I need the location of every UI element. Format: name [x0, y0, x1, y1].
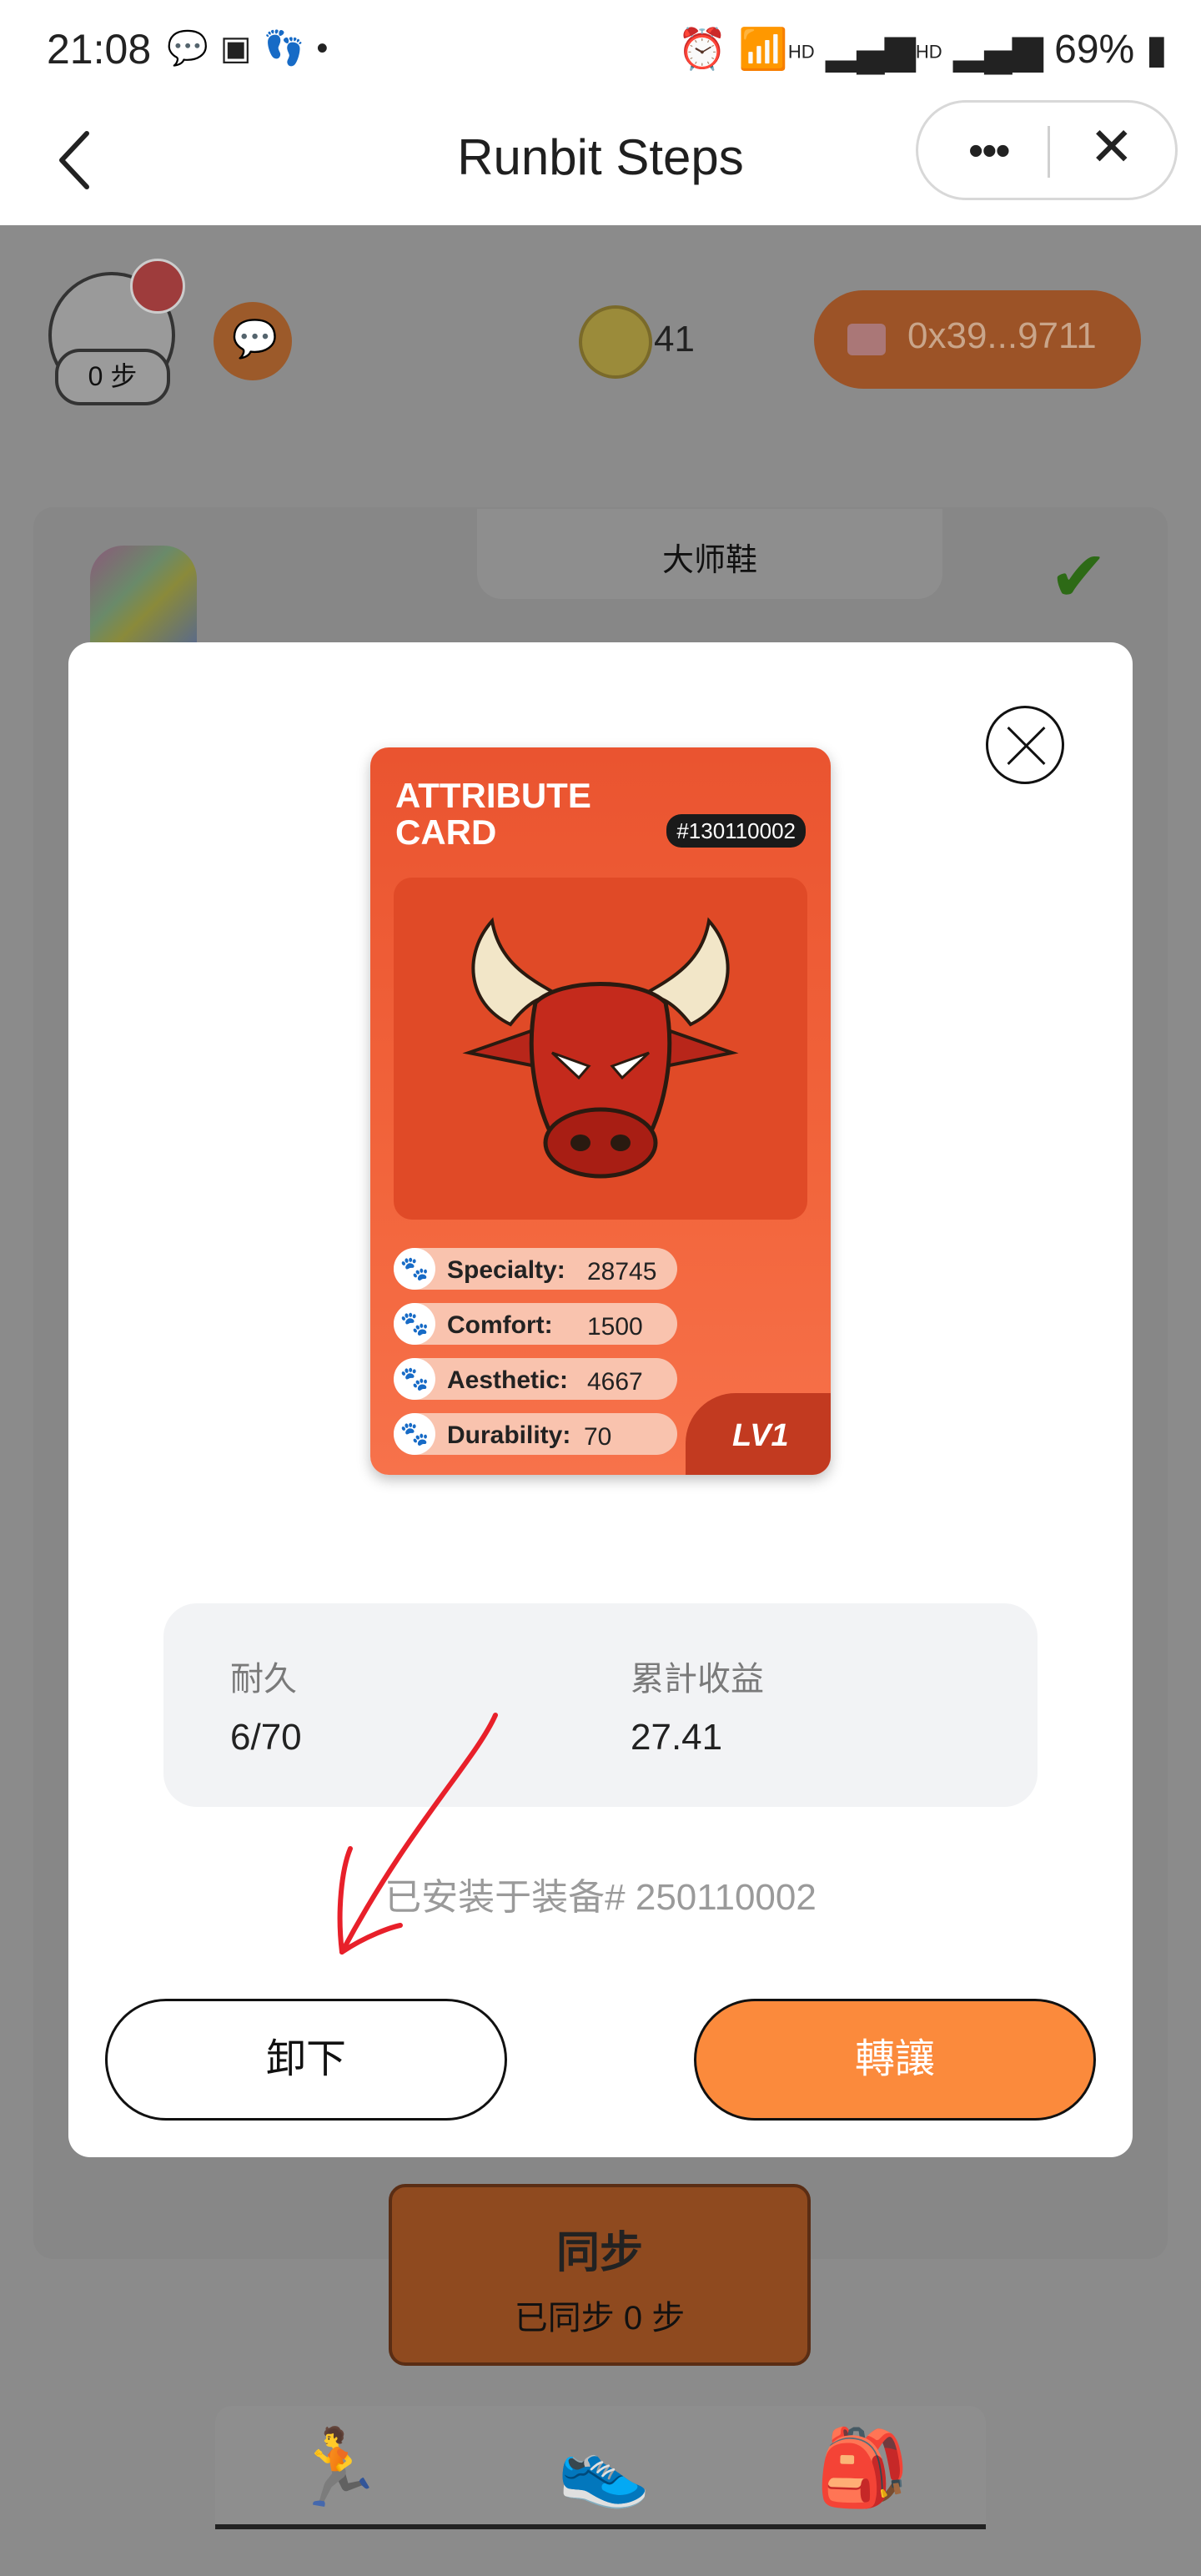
earnings-value: 27.41	[631, 1717, 723, 1758]
status-right: ⏰ 📶HD ▂▄▆HD ▂▄▆ 69% ▮	[677, 25, 1168, 73]
paw-icon: 🐾	[394, 1413, 435, 1455]
stat-value: 70	[584, 1423, 612, 1451]
backpack-icon[interactable]: 🎒	[816, 2423, 909, 2514]
nfc-badge-icon	[130, 259, 185, 314]
wechat-icon: 💬	[167, 30, 220, 67]
stat-value: 4667	[587, 1368, 643, 1396]
unload-button[interactable]: 卸下	[105, 1999, 507, 2121]
battery-percent: 69%	[1054, 28, 1135, 72]
capsule-menu: ••• ✕	[916, 100, 1178, 200]
sync-title: 同步	[555, 2229, 643, 2277]
run-icon[interactable]: 🏃	[290, 2423, 384, 2514]
stat-label: Specialty:	[447, 1256, 565, 1284]
signal-icon: ▂▄▆	[826, 28, 916, 72]
earnings-label: 累計收益	[631, 1661, 764, 1698]
chat-icon: 💬	[232, 319, 278, 360]
stat-label: Comfort:	[447, 1311, 553, 1339]
shoe-icon[interactable]: 👟	[557, 2423, 651, 2514]
wallet-button[interactable]: 0x39...9711	[814, 290, 1141, 389]
hd-label: HD	[787, 41, 815, 63]
wallet-address: 0x39...9711	[907, 315, 1097, 356]
stat-row-specialty: 🐾 Specialty: 28745	[394, 1248, 677, 1290]
durability-value: 6/70	[230, 1717, 302, 1758]
capsule-divider	[1048, 126, 1050, 178]
paw-icon: 🐾	[394, 1248, 435, 1290]
header: Runbit Steps ••• ✕	[0, 100, 1201, 225]
paw-icon: 🐾	[394, 1358, 435, 1400]
coin-count: 41	[654, 319, 695, 360]
wallet-icon	[847, 324, 886, 355]
installed-on-equipment: 已安装于装备# 250110002	[384, 1877, 817, 1918]
hd-label-2: HD	[915, 41, 942, 63]
shoe-tab[interactable]: 大师鞋	[477, 509, 942, 599]
shoe-image	[90, 546, 197, 646]
stat-row-comfort: 🐾 Comfort: 1500	[394, 1303, 677, 1345]
alarm-icon: ⏰	[677, 28, 727, 72]
attribute-card: ATTRIBUTE CARD #130110002 🐾 Specialty: 2…	[370, 747, 831, 1475]
transfer-button[interactable]: 轉讓	[694, 1999, 1096, 2121]
stat-row-durability: 🐾 Durability: 70	[394, 1413, 677, 1455]
card-title: ATTRIBUTE CARD	[395, 777, 591, 851]
sync-button[interactable]: 同步 已同步 0 步	[389, 2184, 811, 2366]
gallery-icon: ▣	[219, 30, 264, 67]
paw-icon: 🐾	[394, 1303, 435, 1345]
modal-close-icon[interactable]	[986, 706, 1064, 784]
chat-button[interactable]: 💬	[214, 302, 292, 380]
steps-icon: 👣	[263, 30, 317, 67]
card-title-line1: ATTRIBUTE	[395, 776, 591, 815]
durability-label: 耐久	[230, 1661, 297, 1698]
card-id: #130110002	[666, 814, 806, 848]
check-icon: ✔	[1049, 537, 1108, 616]
bull-head-icon	[462, 917, 739, 1179]
stat-value: 1500	[587, 1313, 643, 1341]
stat-label: Durability:	[447, 1421, 571, 1449]
more-icon[interactable]: •••	[968, 126, 1011, 176]
dot-icon: •	[316, 30, 340, 67]
level-badge: LV1	[686, 1393, 831, 1475]
status-time: 21:08	[47, 26, 152, 73]
steps-badge: 0 步	[55, 349, 170, 405]
sync-subtitle: 已同步 0 步	[514, 2300, 686, 2337]
info-box: 耐久 6/70 累計收益 27.41	[163, 1603, 1038, 1807]
level-label: LV1	[732, 1418, 789, 1453]
battery-icon: ▮	[1145, 28, 1168, 72]
tab-bar: 🏃 👟 🎒	[215, 2406, 986, 2529]
wifi-icon: 📶	[738, 28, 788, 72]
coin-icon	[579, 305, 652, 379]
shoe-tab-label: 大师鞋	[661, 543, 757, 578]
stat-label: Aesthetic:	[447, 1366, 569, 1394]
attribute-card-modal: ATTRIBUTE CARD #130110002 🐾 Specialty: 2…	[68, 642, 1133, 2157]
status-bar: 21:08 💬▣👣• ⏰ 📶HD ▂▄▆HD ▂▄▆ 69% ▮	[0, 0, 1201, 100]
annotation-arrow-icon	[337, 1713, 498, 1955]
bull-image	[394, 878, 807, 1220]
close-icon[interactable]: ✕	[1089, 116, 1134, 179]
stat-row-aesthetic: 🐾 Aesthetic: 4667	[394, 1358, 677, 1400]
card-title-line2: CARD	[395, 813, 497, 852]
signal-icon-2: ▂▄▆	[952, 28, 1043, 72]
notification-icons: 💬▣👣•	[167, 28, 339, 68]
stat-value: 28745	[587, 1258, 657, 1285]
